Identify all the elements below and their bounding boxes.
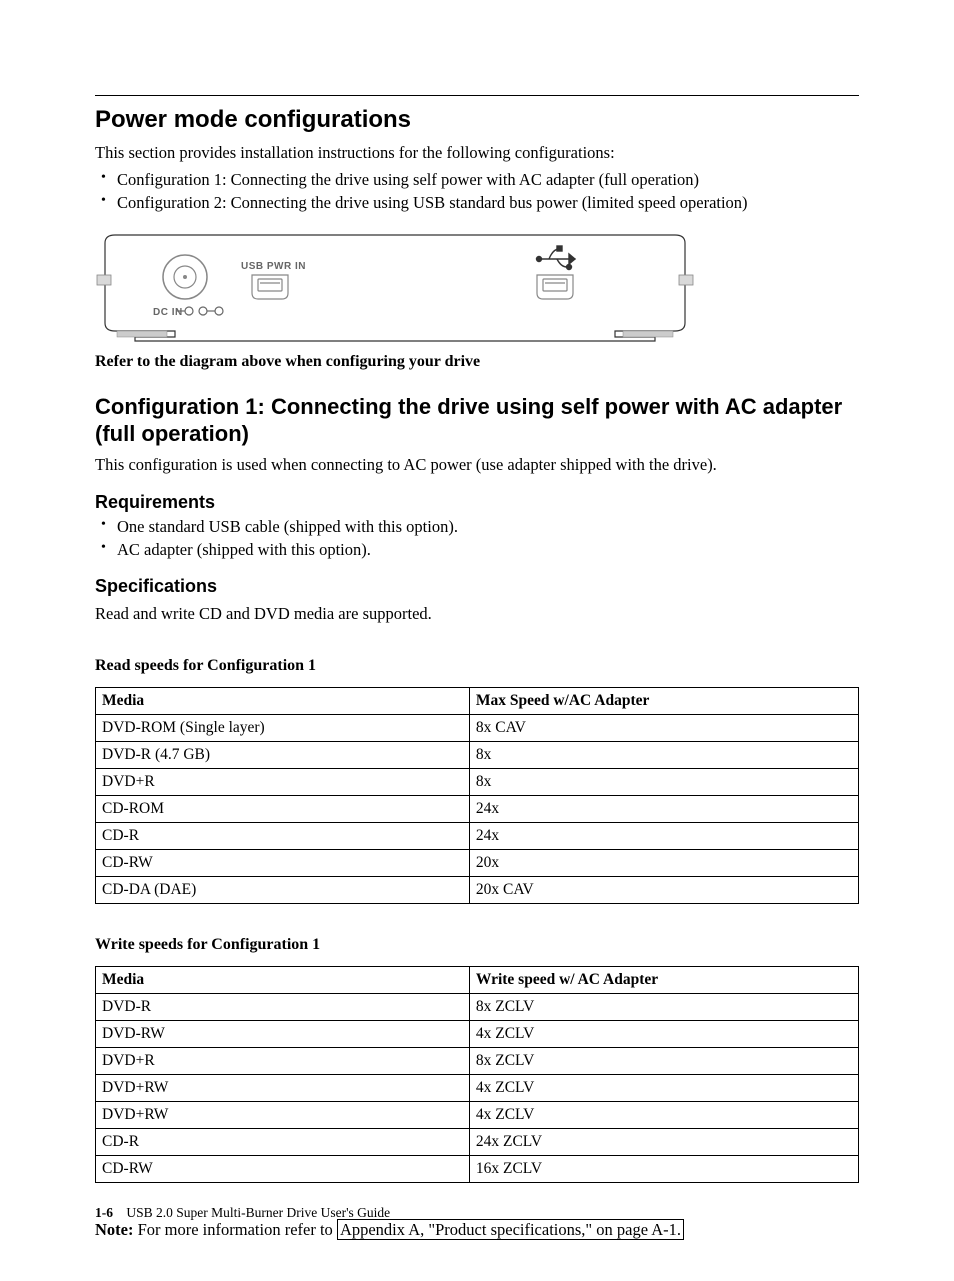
read-speeds-table: Media Max Speed w/AC Adapter DVD-ROM (Si… <box>95 687 859 904</box>
note-lead: Note: <box>95 1220 133 1239</box>
config1-intro: This configuration is used when connecti… <box>95 454 859 476</box>
table-row: CD-ROM24x <box>96 795 859 822</box>
intro-list: Configuration 1: Connecting the drive us… <box>95 170 859 213</box>
appendix-link[interactable]: Appendix A, "Product specifications," on… <box>337 1219 684 1240</box>
heading-requirements: Requirements <box>95 492 859 513</box>
table-row: DVD-R8x ZCLV <box>96 993 859 1020</box>
diagram-svg: DC IN USB PWR IN <box>95 233 695 343</box>
heading-power-mode: Power mode configurations <box>95 106 859 134</box>
usb-pwr-in-label: USB PWR IN <box>241 261 306 272</box>
table-cell: 24x <box>469 822 858 849</box>
table-cell: DVD+RW <box>96 1074 470 1101</box>
table-cell: 24x <box>469 795 858 822</box>
rule <box>95 95 859 96</box>
intro-text: This section provides installation instr… <box>95 142 859 164</box>
table-cell: DVD-RW <box>96 1020 470 1047</box>
heading-config-1: Configuration 1: Connecting the drive us… <box>95 393 859 448</box>
table-row: CD-RW16x ZCLV <box>96 1155 859 1182</box>
table-cell: DVD+R <box>96 768 470 795</box>
requirements-list: One standard USB cable (shipped with thi… <box>95 517 859 560</box>
table-cell: 8x ZCLV <box>469 993 858 1020</box>
table-cell: CD-R <box>96 1128 470 1155</box>
page-footer: 1-6 USB 2.0 Super Multi-Burner Drive Use… <box>95 1205 390 1221</box>
table-row: CD-DA (DAE)20x CAV <box>96 876 859 903</box>
note-line: Note: For more information refer to Appe… <box>95 1219 859 1241</box>
diagram-caption: Refer to the diagram above when configur… <box>95 351 859 373</box>
table-row: DVD+RW4x ZCLV <box>96 1074 859 1101</box>
page: Power mode configurations This section p… <box>0 0 954 1281</box>
table-row: DVD-ROM (Single layer)8x CAV <box>96 714 859 741</box>
table-cell: 8x <box>469 768 858 795</box>
table-cell: CD-ROM <box>96 795 470 822</box>
table-cell: DVD-R (4.7 GB) <box>96 741 470 768</box>
read-table-header-speed: Max Speed w/AC Adapter <box>469 687 858 714</box>
usb-icon <box>537 246 576 270</box>
table-row: DVD+R8x ZCLV <box>96 1047 859 1074</box>
table-row: CD-RW20x <box>96 849 859 876</box>
table-cell: 4x ZCLV <box>469 1020 858 1047</box>
read-table-title: Read speeds for Configuration 1 <box>95 655 859 677</box>
table-row: DVD+R8x <box>96 768 859 795</box>
write-table-header-media: Media <box>96 966 470 993</box>
table-cell: 24x ZCLV <box>469 1128 858 1155</box>
table-cell: DVD-ROM (Single layer) <box>96 714 470 741</box>
table-cell: 4x ZCLV <box>469 1074 858 1101</box>
table-cell: CD-DA (DAE) <box>96 876 470 903</box>
table-cell: CD-RW <box>96 1155 470 1182</box>
table-row: DVD-R (4.7 GB)8x <box>96 741 859 768</box>
table-cell: 8x CAV <box>469 714 858 741</box>
table-cell: DVD+RW <box>96 1101 470 1128</box>
table-cell: 16x ZCLV <box>469 1155 858 1182</box>
table-row: CD-R24x <box>96 822 859 849</box>
requirement-item: AC adapter (shipped with this option). <box>117 540 859 560</box>
write-table-title: Write speeds for Configuration 1 <box>95 934 859 956</box>
dc-in-label: DC IN <box>153 307 183 318</box>
intro-item-2: Configuration 2: Connecting the drive us… <box>117 193 859 213</box>
table-cell: CD-R <box>96 822 470 849</box>
note-text: For more information refer to <box>133 1220 336 1239</box>
table-row: CD-R24x ZCLV <box>96 1128 859 1155</box>
table-row: DVD+RW4x ZCLV <box>96 1101 859 1128</box>
table-cell: 20x CAV <box>469 876 858 903</box>
table-cell: 20x <box>469 849 858 876</box>
write-speeds-table: Media Write speed w/ AC Adapter DVD-R8x … <box>95 966 859 1183</box>
requirement-item: One standard USB cable (shipped with thi… <box>117 517 859 537</box>
table-cell: 4x ZCLV <box>469 1101 858 1128</box>
book-title: USB 2.0 Super Multi-Burner Drive User's … <box>126 1205 390 1220</box>
table-cell: 8x ZCLV <box>469 1047 858 1074</box>
heading-specifications: Specifications <box>95 576 859 597</box>
table-cell: CD-RW <box>96 849 470 876</box>
write-table-header-speed: Write speed w/ AC Adapter <box>469 966 858 993</box>
specs-text: Read and write CD and DVD media are supp… <box>95 603 859 625</box>
table-row: DVD-RW4x ZCLV <box>96 1020 859 1047</box>
table-cell: DVD-R <box>96 993 470 1020</box>
drive-rear-diagram: DC IN USB PWR IN <box>95 233 859 343</box>
page-number: 1-6 <box>95 1205 113 1220</box>
read-table-header-media: Media <box>96 687 470 714</box>
usb-port-icon <box>537 275 573 299</box>
intro-item-1: Configuration 1: Connecting the drive us… <box>117 170 859 190</box>
table-cell: 8x <box>469 741 858 768</box>
table-cell: DVD+R <box>96 1047 470 1074</box>
